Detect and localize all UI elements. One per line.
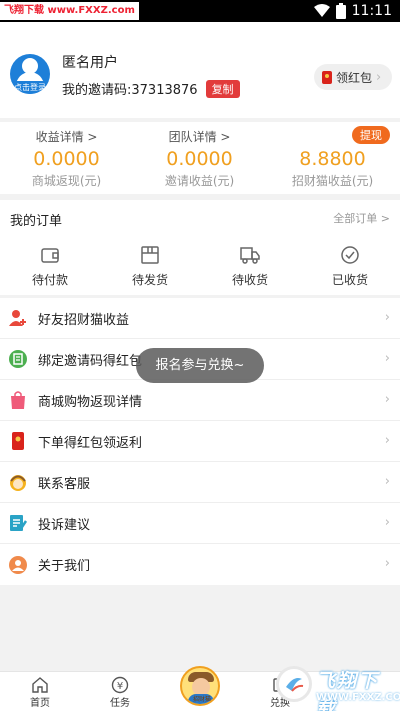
tab-label: 首页 <box>30 698 50 709</box>
withdraw-button[interactable]: 提现 <box>352 126 390 144</box>
bind-code-icon <box>8 349 28 369</box>
earnings-title[interactable]: 收益详情 > <box>0 128 133 144</box>
battery-icon <box>335 3 346 19</box>
menu-item-order-redpacket[interactable]: 下单得红包领返利 › <box>0 421 400 462</box>
about-icon <box>8 555 28 575</box>
check-circle-icon <box>339 244 361 266</box>
earnings-title[interactable]: 团队详情 > <box>133 128 266 144</box>
order-received[interactable]: 已收货 <box>300 244 400 288</box>
watermark-logo-icon <box>276 666 312 702</box>
earnings-caption: 邀请收益(元) <box>164 174 235 188</box>
task-icon: ¥ <box>111 676 129 694</box>
chevron-right-icon: › <box>384 515 390 530</box>
menu-item-customer-service[interactable]: 联系客服 › <box>0 462 400 503</box>
box-icon <box>139 244 161 266</box>
username: 匿名用户 <box>62 55 118 71</box>
earnings-panel: 收益详情 > 0.0000 商城返现(元) 团队详情 > 0.0000 邀请收益… <box>0 122 400 194</box>
tab-tasks[interactable]: ¥ 任务 <box>88 676 152 709</box>
menu-label: 好友招财猫收益 <box>38 312 130 328</box>
watermark-url: WWW.FXXZ.COM <box>316 692 400 703</box>
chevron-right-icon: › <box>384 392 390 407</box>
earnings-invite[interactable]: 团队详情 > 0.0000 邀请收益(元) <box>133 128 266 189</box>
watermark-text: 飞翔下载 <box>316 670 380 711</box>
menu-item-feedback[interactable]: 投诉建议 › <box>0 503 400 544</box>
menu-item-about[interactable]: 关于我们 › <box>0 544 400 585</box>
chevron-right-icon: › <box>384 433 390 448</box>
red-packet-label: 领红包 <box>336 70 373 85</box>
status-bar-right: 11:11 <box>313 0 392 22</box>
menu-item-friend-earnings[interactable]: 好友招财猫收益 › <box>0 298 400 339</box>
orders-title: 我的订单 <box>10 214 63 229</box>
earnings-caption: 商城返现(元) <box>31 174 102 188</box>
menu-label: 下单得红包领返利 <box>38 435 143 451</box>
shopping-bag-icon <box>8 390 28 410</box>
earnings-value: 0.0000 <box>33 148 100 170</box>
chevron-right-icon: › <box>384 474 390 489</box>
tab-home[interactable]: 首页 <box>8 676 72 709</box>
tab-label: 招财猫 <box>192 696 211 703</box>
orders-panel: 我的订单 全部订单 > 待付款 待发货 待收货 已收货 <box>0 200 400 295</box>
all-orders-link[interactable]: 全部订单 > <box>333 210 390 226</box>
wifi-icon <box>313 4 330 18</box>
earnings-mall-cashback[interactable]: 收益详情 > 0.0000 商城返现(元) <box>0 128 133 189</box>
order-pending-payment[interactable]: 待付款 <box>0 244 100 288</box>
invite-code-row: 我的邀请码:37313876 复制 <box>62 79 240 98</box>
chevron-right-icon: › <box>384 310 390 325</box>
red-envelope-icon <box>8 431 28 451</box>
site-badge: 飞翔下载 www.FXXZ.com <box>0 2 139 20</box>
order-pending-receipt[interactable]: 待收货 <box>200 244 300 288</box>
order-label: 已收货 <box>331 273 368 287</box>
menu-label: 联系客服 <box>38 476 91 492</box>
chevron-right-icon: › <box>384 556 390 571</box>
status-bar: 飞翔下载 www.FXXZ.com 11:11 <box>0 0 400 22</box>
tab-mascot[interactable]: 招财猫 <box>180 666 220 706</box>
home-icon <box>31 676 49 694</box>
menu-list: 好友招财猫收益 › 绑定邀请码得红包 › 商城购物返现详情 › 下单得红包领返利… <box>0 298 400 585</box>
red-packet-button[interactable]: 领红包 › <box>314 64 392 90</box>
red-envelope-icon <box>322 70 332 84</box>
invite-code: 我的邀请码:37313876 <box>62 83 198 98</box>
menu-label: 投诉建议 <box>38 517 91 533</box>
menu-label: 绑定邀请码得红包 <box>38 353 143 369</box>
order-label: 待收货 <box>231 273 268 287</box>
earnings-caption: 招财猫收益(元) <box>291 174 374 188</box>
menu-label: 关于我们 <box>38 559 91 574</box>
truck-icon <box>239 244 261 266</box>
login-prompt[interactable]: 点击登录 <box>10 81 50 94</box>
earnings-value: 0.0000 <box>166 148 233 170</box>
feedback-icon <box>8 513 28 533</box>
earnings-value: 8.8800 <box>299 148 366 170</box>
watermark: 飞翔下载 WWW.FXXZ.COM <box>276 664 400 711</box>
order-label: 待付款 <box>31 273 68 287</box>
wallet-icon <box>39 244 61 266</box>
clock: 11:11 <box>351 3 392 19</box>
avatar[interactable]: 点击登录 <box>10 54 50 94</box>
tab-label: 任务 <box>110 698 130 709</box>
order-label: 待发货 <box>131 273 168 287</box>
menu-item-mall-cashback[interactable]: 商城购物返现详情 › <box>0 380 400 421</box>
toast-message: 报名参与兑换~ <box>136 348 264 383</box>
chevron-right-icon: › <box>376 69 382 85</box>
copy-button[interactable]: 复制 <box>205 79 240 98</box>
order-pending-shipment[interactable]: 待发货 <box>100 244 200 288</box>
profile-header: 点击登录 匿名用户 我的邀请码:37313876 复制 领红包 › <box>0 22 400 118</box>
menu-label: 商城购物返现详情 <box>38 394 143 410</box>
customer-service-icon <box>8 472 28 492</box>
svg-text:¥: ¥ <box>117 681 123 692</box>
chevron-right-icon: › <box>384 351 390 366</box>
add-friend-icon <box>8 308 28 328</box>
